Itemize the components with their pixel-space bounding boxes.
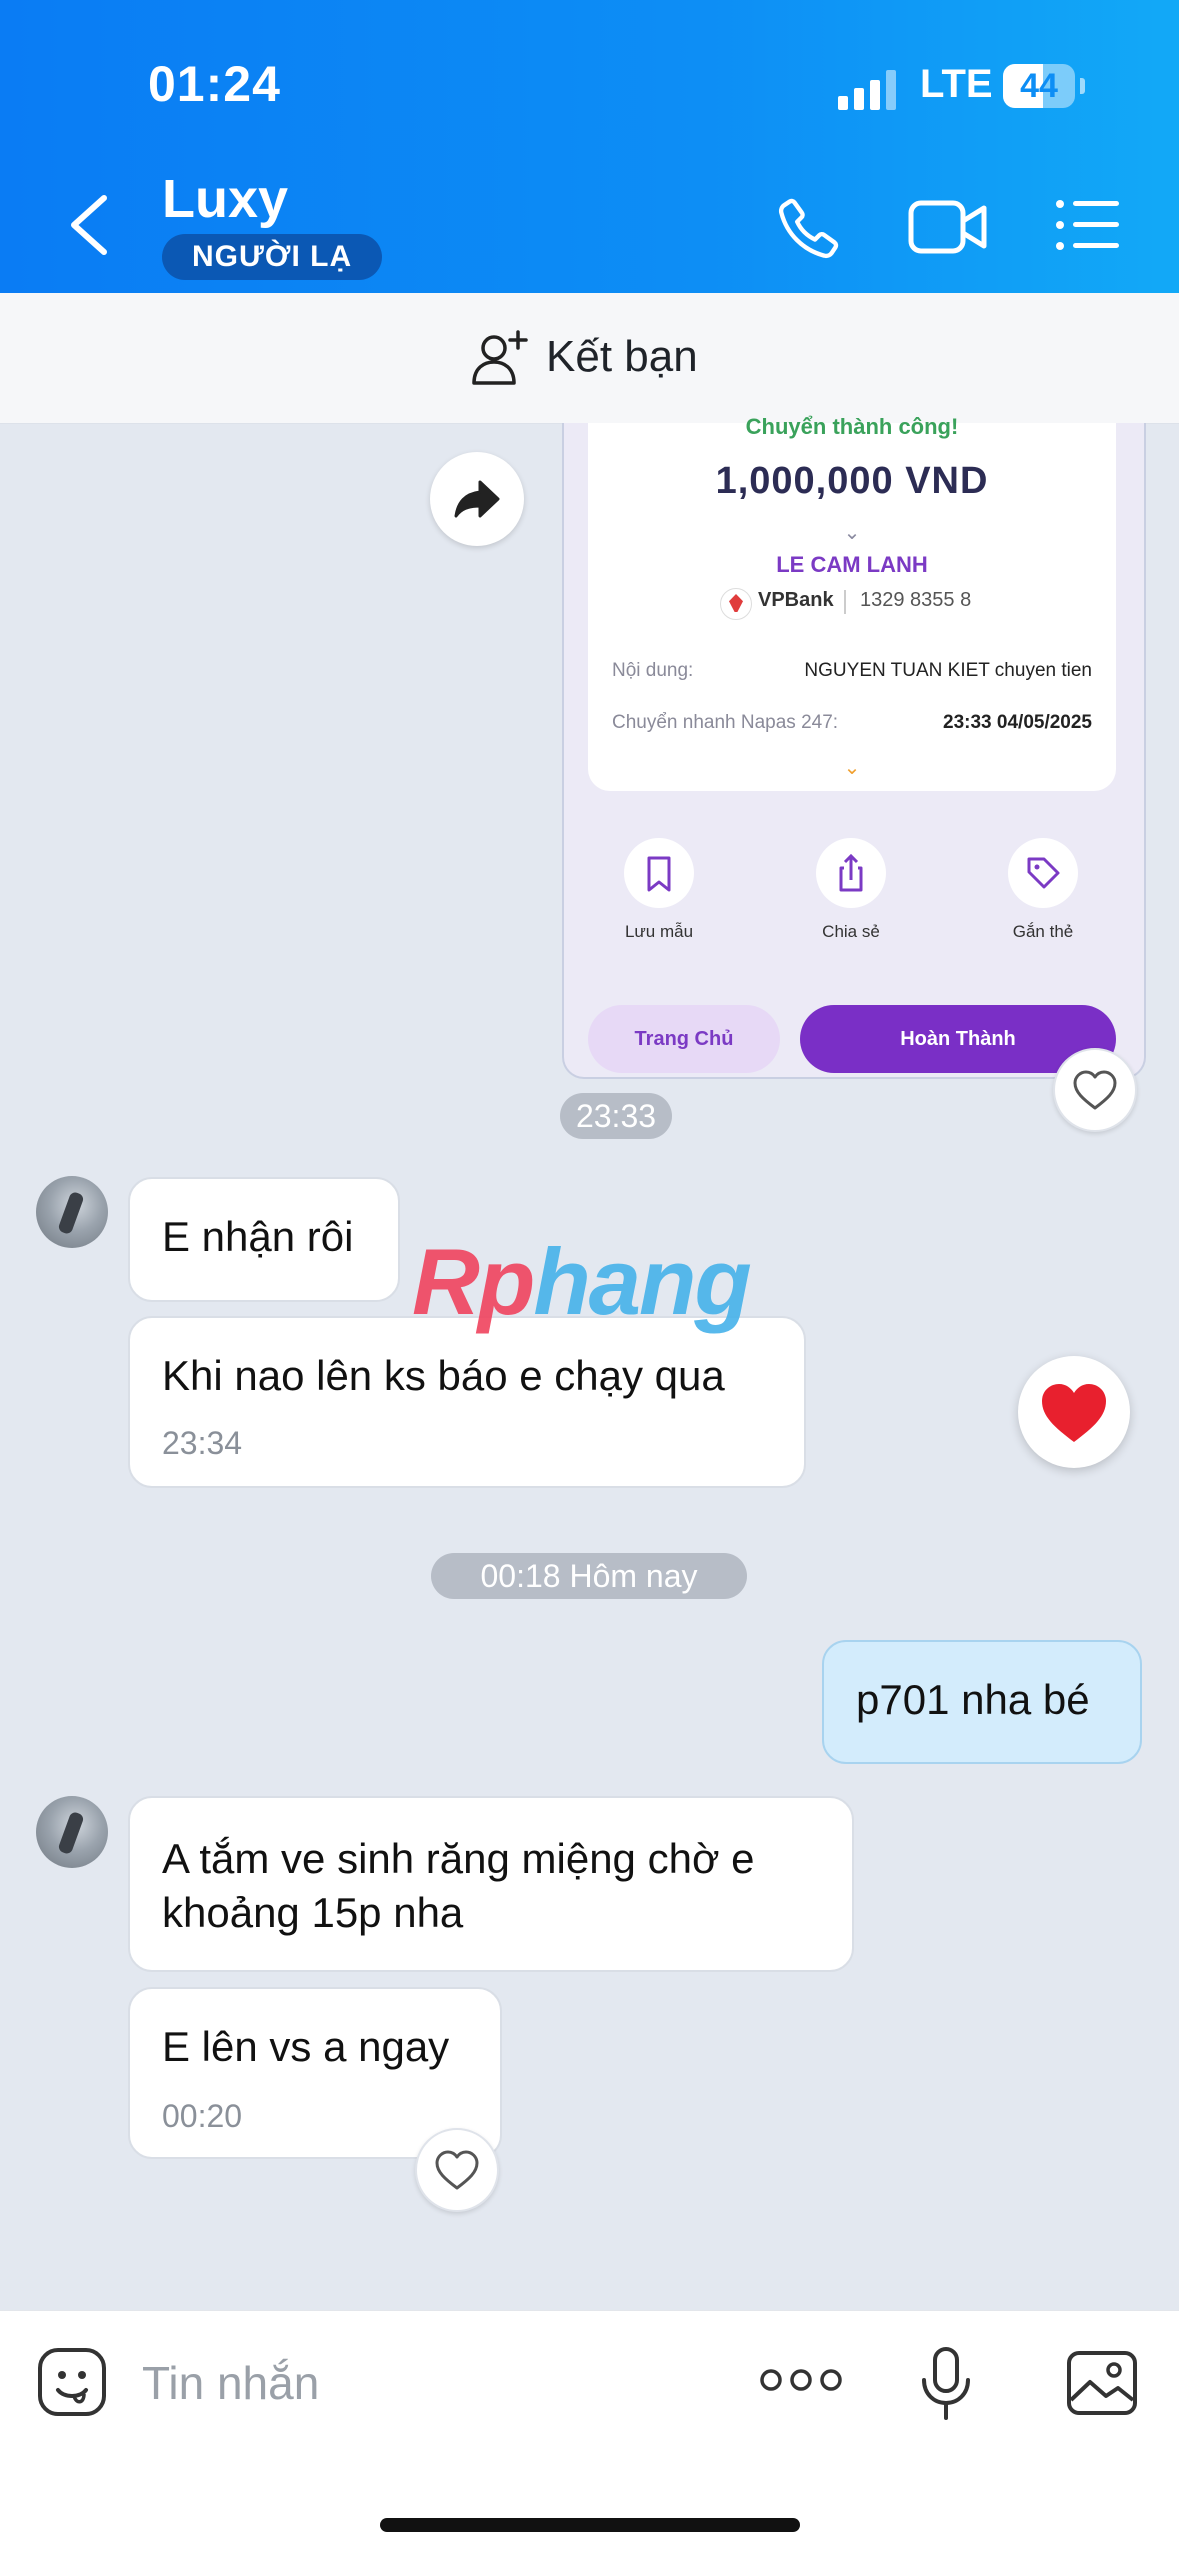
receipt-account: 1329 8355 8 [860, 589, 972, 611]
watermark-part: hang [533, 1229, 752, 1334]
stranger-badge: NGƯỜI LẠ [162, 234, 383, 280]
heart-reaction-icon[interactable] [1018, 1356, 1130, 1468]
avatar[interactable] [36, 1176, 108, 1248]
battery-tip [1080, 78, 1085, 94]
battery-percent: 44 [1020, 67, 1058, 105]
divider [844, 590, 846, 614]
receipt-amount: 1,000,000 VND [715, 460, 989, 502]
add-friend-label[interactable]: Kết bạn [546, 332, 698, 382]
receipt-napas-label: Chuyển nhanh Napas 247: [612, 712, 839, 733]
receipt-action-label: Lưu mẫu [624, 922, 694, 941]
message-time: 23:34 [162, 1425, 243, 1461]
network-type: LTE [920, 62, 993, 106]
image-icon[interactable] [1066, 2350, 1138, 2416]
contact-name[interactable]: Luxy [162, 168, 288, 230]
receipt-status: Chuyển thành công! [745, 414, 959, 439]
receipt-content-value: NGUYEN TUAN KIET chuyen tien [804, 660, 1092, 681]
message-bubble-incoming[interactable]: E nhận rôi [128, 1177, 400, 1302]
receipt-content-label: Nội dung: [612, 660, 694, 681]
receipt-action-label: Gắn thẻ [1012, 922, 1074, 941]
status-time: 01:24 [148, 56, 281, 112]
message-time-pill: 23:33 [560, 1093, 672, 1139]
message-bubble-outgoing[interactable]: p701 nha bé [822, 1640, 1142, 1764]
receipt-bank: VPBank [758, 589, 834, 611]
chevron-down-icon: ⌄ [843, 522, 861, 544]
bookmark-icon [624, 838, 694, 908]
add-friend-icon[interactable] [470, 328, 530, 388]
sticker-icon[interactable] [36, 2346, 108, 2418]
receipt-napas-value: 23:33 04/05/2025 [943, 712, 1092, 733]
message-bubble-incoming[interactable]: A tắm ve sinh răng miệng chờ e khoảng 15… [128, 1796, 854, 1972]
avatar[interactable] [36, 1796, 108, 1868]
receipt-action-label: Chia sẻ [822, 922, 880, 941]
heart-outline-icon[interactable] [1053, 1048, 1137, 1132]
message-input[interactable] [140, 2352, 704, 2414]
signal-icon [838, 70, 900, 110]
share-icon [816, 838, 886, 908]
more-icon[interactable] [758, 2360, 844, 2400]
home-indicator[interactable] [380, 2518, 800, 2532]
message-bubble-incoming[interactable]: Khi nao lên ks báo e chạy qua [128, 1316, 806, 1488]
forward-button[interactable] [430, 452, 524, 546]
tag-icon [1008, 838, 1078, 908]
date-separator: 00:18 Hôm nay [431, 1553, 747, 1599]
video-call-icon[interactable] [908, 195, 988, 259]
message-time: 00:20 [162, 2098, 243, 2134]
receipt-home-button: Trang Chủ [588, 1005, 780, 1073]
vpbank-logo-icon [720, 588, 752, 620]
heart-outline-icon[interactable] [415, 2128, 499, 2212]
back-icon[interactable] [60, 190, 120, 260]
watermark-part: Rp [412, 1229, 535, 1334]
phone-icon[interactable] [775, 192, 845, 262]
watermark-logo: Rphang [412, 1228, 752, 1336]
receipt-recipient: LE CAM LANH [776, 552, 928, 577]
microphone-icon[interactable] [918, 2346, 974, 2422]
menu-list-icon[interactable] [1055, 198, 1120, 253]
expand-chevron-icon: ⌄ [843, 757, 861, 779]
